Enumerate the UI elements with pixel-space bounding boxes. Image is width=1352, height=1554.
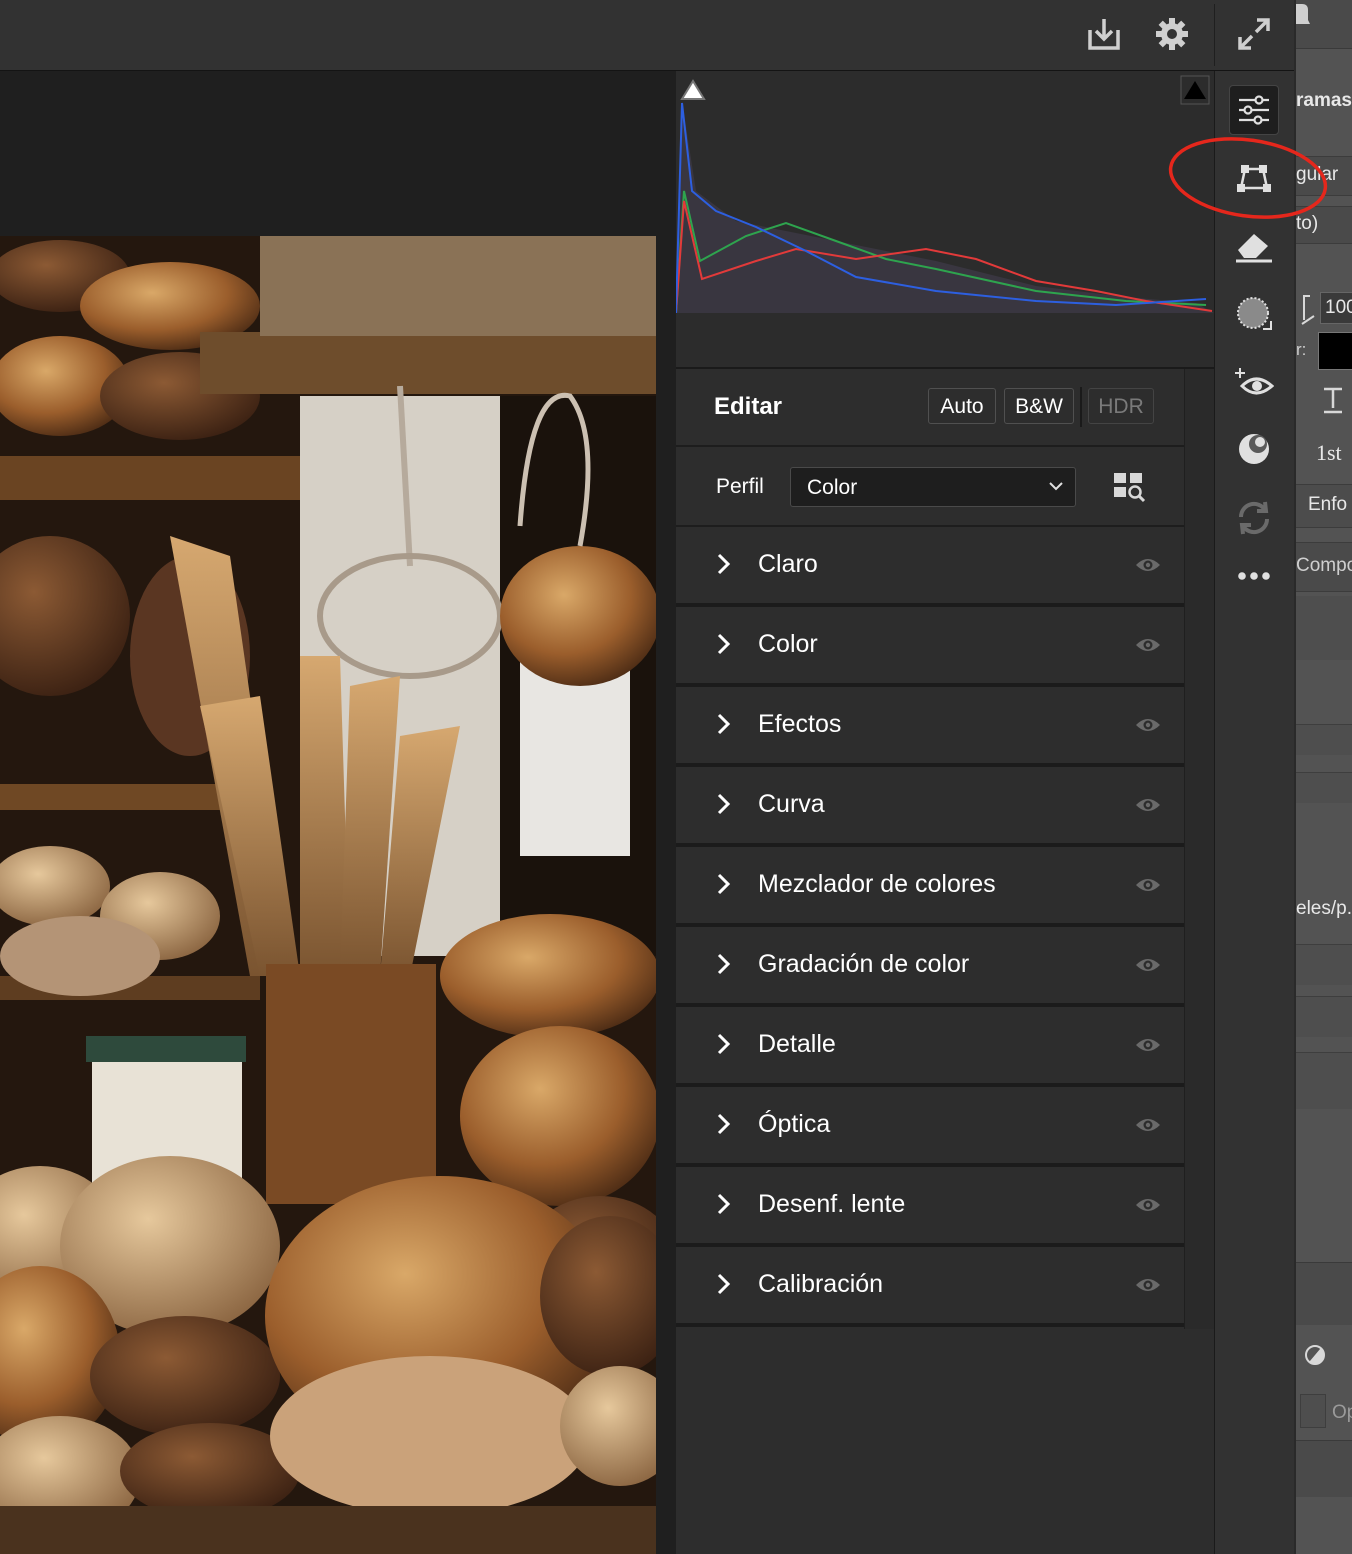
chevron-right-icon[interactable] [716, 873, 732, 900]
mask-icon[interactable] [1229, 289, 1279, 339]
button-divider [1080, 387, 1082, 427]
edit-panel: Editar Auto B&W HDR Perfil Color Claro Co… [676, 71, 1215, 1554]
chevron-right-icon[interactable] [716, 793, 732, 820]
section-label: Claro [758, 550, 818, 578]
section-color-mixer[interactable]: Mezclador de colores [676, 847, 1184, 927]
chevron-right-icon[interactable] [716, 1113, 732, 1140]
eye-icon[interactable] [1134, 955, 1162, 980]
path-label: eles/p. [1296, 898, 1352, 919]
background-panel: ramas gular to) 100 r: 1st Enfo Compo el… [1294, 0, 1352, 1554]
histogram [676, 71, 1214, 369]
chevron-right-icon[interactable] [716, 713, 732, 740]
edit-sliders-icon[interactable] [1229, 85, 1279, 135]
section-label: Curva [758, 790, 825, 818]
edit-header: Editar Auto B&W HDR [676, 369, 1184, 447]
field-value: 100 [1325, 297, 1352, 318]
section-label: Color [758, 630, 818, 658]
toolbar-divider [1214, 4, 1215, 66]
profile-row: Perfil Color [676, 447, 1184, 527]
eye-icon[interactable] [1134, 1115, 1162, 1140]
eye-icon[interactable] [1134, 555, 1162, 580]
section-optics[interactable]: Óptica [676, 1087, 1184, 1167]
eye-icon[interactable] [1134, 1195, 1162, 1220]
chevron-down-icon [1049, 482, 1063, 491]
section-light[interactable]: Claro [676, 527, 1184, 607]
profile-label: Perfil [716, 475, 764, 498]
field-label: r: [1296, 340, 1307, 359]
section-label: Calibración [758, 1270, 884, 1298]
annotation-circle [1168, 137, 1328, 219]
settings-icon[interactable] [1146, 8, 1198, 60]
section-label: Efectos [758, 710, 842, 738]
chevron-right-icon[interactable] [716, 1033, 732, 1060]
eye-icon[interactable] [1134, 635, 1162, 660]
chevron-right-icon[interactable] [716, 953, 732, 980]
section-label: Mezclador de colores [758, 870, 996, 898]
compo-label: Compo [1296, 555, 1352, 576]
more-icon[interactable] [1229, 551, 1279, 601]
section-label: Detalle [758, 1030, 836, 1058]
bell-icon[interactable] [1296, 2, 1312, 33]
photo-preview[interactable] [0, 236, 656, 1554]
section-curve[interactable]: Curva [676, 767, 1184, 847]
chevron-right-icon[interactable] [716, 1273, 732, 1300]
eraser-icon[interactable] [1229, 221, 1279, 271]
auto-button[interactable]: Auto [928, 388, 996, 424]
section-effects[interactable]: Efectos [676, 687, 1184, 767]
enfo-row[interactable]: Enfo [1296, 484, 1352, 528]
eye-icon[interactable] [1134, 715, 1162, 740]
top-toolbar [0, 0, 1294, 71]
text-icon[interactable] [1322, 386, 1344, 419]
enfo-label: Enfo [1308, 494, 1348, 515]
chevron-right-icon[interactable] [716, 553, 732, 580]
chevron-right-icon[interactable] [716, 633, 732, 660]
expand-icon[interactable] [1228, 8, 1280, 60]
export-icon[interactable] [1078, 8, 1130, 60]
profile-browser-icon[interactable] [1112, 471, 1146, 508]
eye-icon[interactable] [1134, 1035, 1162, 1060]
blend-dropdown[interactable] [1300, 1394, 1326, 1428]
eye-icon[interactable] [1134, 875, 1162, 900]
select-row[interactable] [1296, 944, 1352, 985]
section-color-grading[interactable]: Gradación de color [676, 927, 1184, 1007]
section-label: Desenf. lente [758, 1190, 906, 1218]
panel-title: Editar [714, 393, 783, 420]
superscript-label[interactable]: 1st [1316, 440, 1342, 466]
eye-icon[interactable] [1134, 795, 1162, 820]
select-row[interactable] [1296, 996, 1352, 1037]
value-field[interactable]: 100 [1320, 292, 1352, 324]
section-lens-blur[interactable]: Desenf. lente [676, 1167, 1184, 1247]
bw-button[interactable]: B&W [1004, 388, 1074, 424]
red-eye-icon[interactable] [1229, 359, 1279, 409]
presets-icon[interactable] [1229, 423, 1279, 473]
opacity-icon[interactable] [1304, 1344, 1326, 1371]
panel-scroll-track[interactable] [1184, 369, 1215, 1329]
compo-row[interactable]: Compo [1296, 542, 1352, 592]
profile-select[interactable]: Color [790, 467, 1076, 507]
chevron-right-icon[interactable] [716, 1193, 732, 1220]
sync-icon[interactable] [1229, 493, 1279, 543]
section-calibration[interactable]: Calibración [676, 1247, 1184, 1327]
section-label: Gradación de color [758, 950, 970, 978]
section-label: Óptica [758, 1110, 831, 1138]
opacity-label: Op [1332, 1402, 1352, 1423]
bracket-icon [1300, 294, 1318, 331]
panel-tab-label[interactable]: ramas [1296, 90, 1352, 112]
hdr-button[interactable]: HDR [1088, 388, 1154, 424]
eye-icon[interactable] [1134, 1275, 1162, 1300]
profile-value: Color [807, 476, 858, 499]
section-color[interactable]: Color [676, 607, 1184, 687]
section-detail[interactable]: Detalle [676, 1007, 1184, 1087]
tool-strip [1214, 71, 1295, 1554]
color-swatch[interactable] [1318, 332, 1352, 370]
